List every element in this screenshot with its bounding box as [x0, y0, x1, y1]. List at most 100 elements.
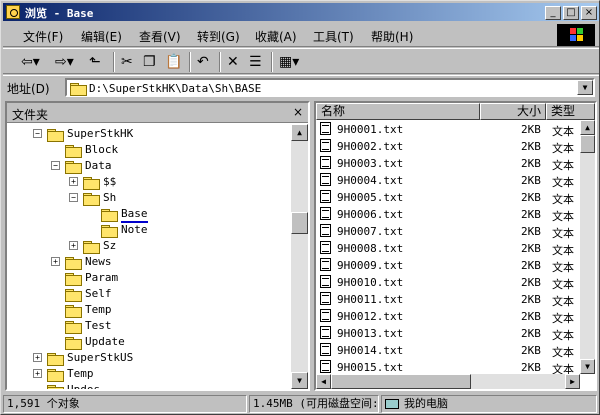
scroll-left-icon[interactable]: ◀: [316, 374, 331, 389]
tree-item[interactable]: Note: [7, 222, 291, 238]
list-item[interactable]: 9H0007.txt 2KB 文本: [316, 222, 595, 240]
expand-toggle-icon[interactable]: +: [69, 241, 78, 250]
file-size: 2KB: [521, 123, 541, 136]
tree-item[interactable]: + Sz: [7, 238, 291, 254]
tree-item[interactable]: − Sh: [7, 190, 291, 206]
minimize-button[interactable]: _: [545, 6, 561, 20]
tree-item-label: Sh: [103, 191, 117, 204]
expand-toggle-icon[interactable]: −: [69, 193, 78, 202]
list-vertical-scrollbar[interactable]: ▲ ▼: [580, 120, 595, 374]
expand-toggle-icon[interactable]: +: [69, 177, 78, 186]
tree-item[interactable]: + Temp: [7, 366, 291, 382]
list-item[interactable]: 9H0006.txt 2KB 文本: [316, 205, 595, 223]
copy-icon[interactable]: ❐: [143, 53, 156, 71]
delete-icon[interactable]: ✕: [227, 53, 239, 71]
up-folder-icon[interactable]: ⬑: [89, 53, 101, 71]
file-name: 9H0003.txt: [337, 157, 404, 170]
tree-item[interactable]: + $$: [7, 174, 291, 190]
folder-icon: [47, 352, 64, 366]
column-size-header[interactable]: 大小: [480, 103, 546, 120]
column-type-header[interactable]: 类型: [546, 103, 595, 120]
scroll-up-icon[interactable]: ▲: [291, 124, 308, 141]
tree-item[interactable]: + SuperStkUS: [7, 350, 291, 366]
views-icon[interactable]: ▦▾: [279, 53, 299, 71]
list-item[interactable]: 9H0012.txt 2KB 文本: [316, 307, 595, 325]
menu-view[interactable]: 查看(V): [139, 28, 181, 45]
file-size: 2KB: [521, 327, 541, 340]
menu-favorites[interactable]: 收藏(A): [255, 28, 297, 45]
scroll-down-icon[interactable]: ▼: [291, 372, 308, 389]
tree-scroll-thumb[interactable]: [291, 212, 308, 234]
file-size: 2KB: [521, 310, 541, 323]
file-size: 2KB: [521, 293, 541, 306]
folder-icon: [65, 160, 82, 174]
address-input[interactable]: D:\SuperStkHK\Data\Sh\BASE ▼: [65, 78, 595, 97]
text-file-icon: [320, 275, 331, 288]
back-arrow-icon[interactable]: ⇦▾: [21, 53, 40, 71]
menu-help[interactable]: 帮助(H): [371, 28, 413, 45]
cut-icon[interactable]: ✂: [121, 53, 133, 71]
scroll-down-icon[interactable]: ▼: [580, 359, 595, 374]
tree-item-label: Temp: [67, 367, 94, 380]
list-item[interactable]: 9H0003.txt 2KB 文本: [316, 154, 595, 172]
expand-toggle-icon[interactable]: −: [51, 161, 60, 170]
tree-vertical-scrollbar[interactable]: ▲ ▼: [291, 124, 308, 389]
expand-toggle-icon[interactable]: −: [33, 129, 42, 138]
folder-icon: [47, 384, 64, 389]
address-dropdown-button[interactable]: ▼: [577, 80, 593, 95]
paste-icon[interactable]: 📋: [165, 53, 182, 71]
list-hscroll-thumb[interactable]: [331, 374, 471, 389]
list-horizontal-scrollbar[interactable]: ◀ ▶: [316, 374, 580, 389]
list-item[interactable]: 9H0004.txt 2KB 文本: [316, 171, 595, 189]
text-file-icon: [320, 122, 331, 135]
tree-item[interactable]: − Data: [7, 158, 291, 174]
menu-edit[interactable]: 编辑(E): [81, 28, 122, 45]
list-item[interactable]: 9H0001.txt 2KB 文本: [316, 120, 595, 138]
undo-icon[interactable]: ↶: [197, 53, 209, 71]
list-item[interactable]: 9H0005.txt 2KB 文本: [316, 188, 595, 206]
expand-toggle-icon[interactable]: +: [51, 257, 60, 266]
tree-item[interactable]: Block: [7, 142, 291, 158]
menu-tools[interactable]: 工具(T): [313, 28, 354, 45]
tree-item[interactable]: Temp: [7, 302, 291, 318]
tree-item[interactable]: + News: [7, 254, 291, 270]
list-item[interactable]: 9H0010.txt 2KB 文本: [316, 273, 595, 291]
tree-item[interactable]: Test: [7, 318, 291, 334]
list-scroll-thumb[interactable]: [580, 135, 595, 153]
tree-item-label: Block: [85, 143, 119, 156]
list-item[interactable]: 9H0011.txt 2KB 文本: [316, 290, 595, 308]
forward-arrow-icon[interactable]: ⇨▾: [55, 53, 74, 71]
list-item[interactable]: 9H0009.txt 2KB 文本: [316, 256, 595, 274]
list-item[interactable]: 9H0015.txt 2KB 文本: [316, 358, 595, 374]
file-size: 2KB: [521, 259, 541, 272]
column-name-header[interactable]: 名称: [316, 103, 480, 120]
menu-go[interactable]: 转到(G): [197, 28, 240, 45]
list-item[interactable]: 9H0008.txt 2KB 文本: [316, 239, 595, 257]
tree-item[interactable]: Self: [7, 286, 291, 302]
folder-icon: [47, 368, 64, 382]
expand-toggle-icon[interactable]: +: [33, 369, 42, 378]
tree-item-label: Temp: [85, 303, 112, 316]
close-panel-icon[interactable]: ×: [293, 105, 303, 119]
menu-file[interactable]: 文件(F): [23, 28, 63, 45]
tree-item[interactable]: Base: [7, 206, 291, 223]
scroll-up-icon[interactable]: ▲: [580, 120, 595, 135]
maximize-button[interactable]: □: [563, 6, 579, 20]
title-bar[interactable]: 浏览 - Base _ □ ×: [3, 3, 599, 21]
tree-item-label: Data: [85, 159, 112, 172]
tree-item[interactable]: Param: [7, 270, 291, 286]
properties-icon[interactable]: ☰: [249, 53, 262, 71]
close-button[interactable]: ×: [581, 6, 597, 20]
status-location: 我的电脑: [381, 395, 597, 413]
tree-item[interactable]: Update: [7, 334, 291, 350]
tree-item[interactable]: Updos: [7, 382, 291, 389]
list-item[interactable]: 9H0013.txt 2KB 文本: [316, 324, 595, 342]
expand-toggle-icon[interactable]: +: [33, 353, 42, 362]
file-name: 9H0013.txt: [337, 327, 404, 340]
tree-item-label: Test: [85, 319, 112, 332]
scroll-right-icon[interactable]: ▶: [565, 374, 580, 389]
tree-item-label: Update: [85, 335, 125, 348]
list-item[interactable]: 9H0014.txt 2KB 文本: [316, 341, 595, 359]
list-item[interactable]: 9H0002.txt 2KB 文本: [316, 137, 595, 155]
tree-item[interactable]: − SuperStkHK: [7, 126, 291, 142]
